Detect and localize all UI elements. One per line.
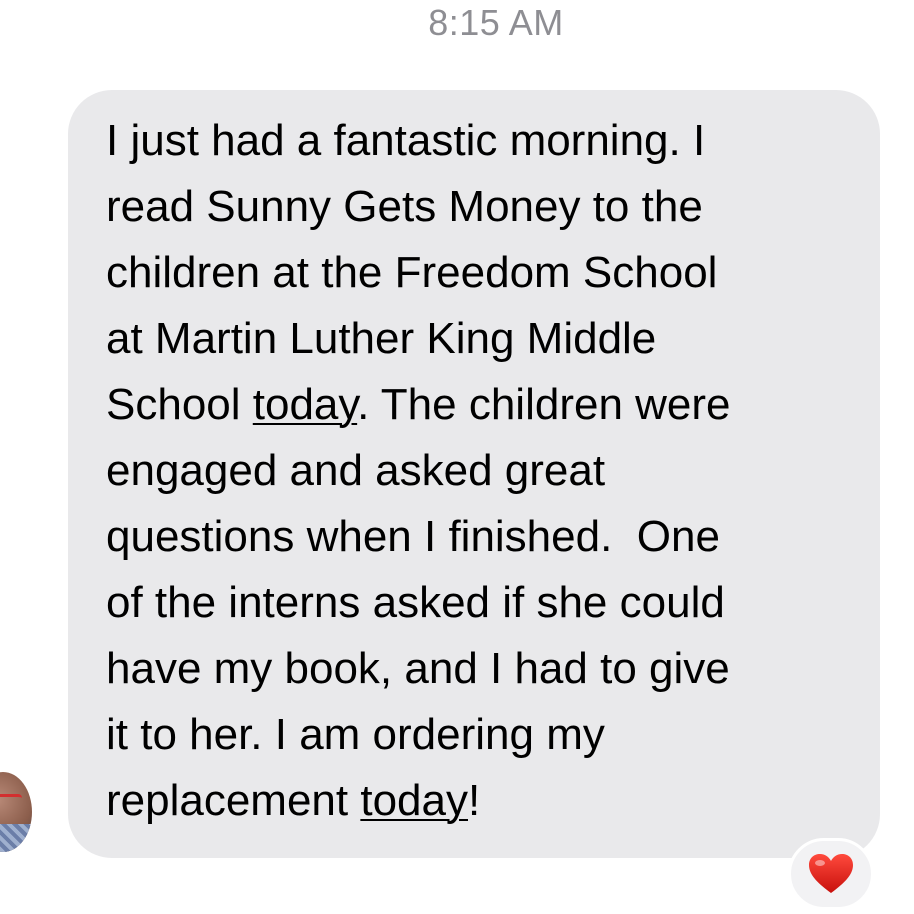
message-line-text: ! (468, 776, 481, 825)
date-link[interactable]: today (253, 380, 357, 429)
heart-icon (809, 854, 853, 893)
message-line-text: replacement (106, 776, 361, 825)
message-line: have my book, and I had to give (106, 636, 866, 702)
message-line-text: . The children were (357, 380, 731, 429)
message-line: questions when I finished. One (106, 504, 866, 570)
message-text: I just had a fantastic morning. I read S… (106, 108, 866, 834)
message-line-text: questions when I finished. One (106, 512, 720, 561)
message-line-text: read Sunny Gets Money to the (106, 182, 703, 231)
message-line-text: I just had a fantastic morning. I (106, 116, 706, 165)
message-line: engaged and asked great (106, 438, 866, 504)
message-line: I just had a fantastic morning. I (106, 108, 866, 174)
message-line: read Sunny Gets Money to the (106, 174, 866, 240)
message-line: children at the Freedom School (106, 240, 866, 306)
message-screen: 8:15 AM I just had a fantastic morning. … (0, 0, 914, 914)
message-timestamp: 8:15 AM (428, 2, 564, 43)
message-line-text: School (106, 380, 253, 429)
message-line: it to her. I am ordering my (106, 702, 866, 768)
sender-avatar[interactable] (0, 772, 32, 852)
message-line-text: children at the Freedom School (106, 248, 718, 297)
message-line: at Martin Luther King Middle (106, 306, 866, 372)
avatar-shirt (0, 824, 32, 852)
reaction-badge[interactable] (788, 838, 874, 910)
message-line-text: at Martin Luther King Middle (106, 314, 657, 363)
message-line: School today. The children were (106, 372, 866, 438)
message-line-text: of the interns asked if she could (106, 578, 725, 627)
message-line-text: it to her. I am ordering my (106, 710, 605, 759)
avatar-glasses (0, 794, 22, 805)
message-line-text: engaged and asked great (106, 446, 606, 495)
message-line: of the interns asked if she could (106, 570, 866, 636)
date-link[interactable]: today (360, 776, 468, 825)
message-line-text: have my book, and I had to give (106, 644, 730, 693)
message-line: replacement today! (106, 768, 866, 834)
